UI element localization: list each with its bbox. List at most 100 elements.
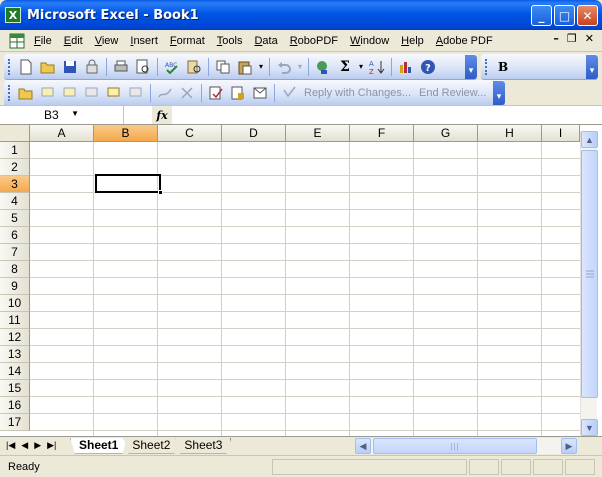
- paste-icon[interactable]: [235, 57, 255, 77]
- menu-edit[interactable]: Edit: [58, 32, 89, 50]
- row-header-9[interactable]: 9: [0, 278, 30, 295]
- row-header-1[interactable]: 1: [0, 142, 30, 159]
- edit-comment-icon[interactable]: [60, 83, 80, 103]
- column-header-c[interactable]: C: [158, 125, 222, 142]
- select-all-corner[interactable]: [0, 125, 30, 142]
- column-header-d[interactable]: D: [222, 125, 286, 142]
- review-folder-icon[interactable]: [16, 83, 36, 103]
- title-bar[interactable]: X Microsoft Excel - Book1 _ □ ✕: [0, 0, 602, 30]
- toolbar-grip[interactable]: [8, 58, 11, 75]
- hyperlink-icon[interactable]: [313, 57, 333, 77]
- menu-file[interactable]: File: [28, 32, 58, 50]
- name-box[interactable]: B3 ▼: [6, 106, 124, 124]
- toolbar-grip[interactable]: [485, 58, 488, 75]
- toolbar-grip[interactable]: [8, 84, 11, 101]
- doc-close-button[interactable]: ✕: [585, 32, 594, 45]
- sheet-tab-sheet3[interactable]: Sheet3: [175, 438, 231, 454]
- ink-annotation-icon[interactable]: [155, 83, 175, 103]
- menu-adobe-pdf[interactable]: Adobe PDF: [430, 32, 499, 50]
- horizontal-scrollbar[interactable]: ◀ ||| ▶: [355, 438, 577, 454]
- sort-ascending-icon[interactable]: AZ: [367, 57, 387, 77]
- close-button[interactable]: ✕: [577, 5, 598, 26]
- print-icon[interactable]: [111, 57, 131, 77]
- row-header-6[interactable]: 6: [0, 227, 30, 244]
- menu-tools[interactable]: Tools: [211, 32, 249, 50]
- row-header-13[interactable]: 13: [0, 346, 30, 363]
- menu-format[interactable]: Format: [164, 32, 211, 50]
- scroll-up-button[interactable]: ▲: [581, 131, 598, 148]
- scroll-left-button[interactable]: ◀: [355, 438, 371, 454]
- row-header-8[interactable]: 8: [0, 261, 30, 278]
- sheet-tab-sheet2[interactable]: Sheet2: [123, 438, 179, 454]
- name-box-dropdown-icon[interactable]: ▼: [71, 109, 79, 118]
- autosum-dropdown-icon[interactable]: ▾: [357, 57, 365, 77]
- help-icon[interactable]: ?: [418, 57, 438, 77]
- row-header-16[interactable]: 16: [0, 397, 30, 414]
- first-sheet-icon[interactable]: |◀: [6, 440, 15, 451]
- row-header-7[interactable]: 7: [0, 244, 30, 261]
- vertical-scrollbar[interactable]: ▲ ▼: [580, 131, 598, 436]
- copy-icon[interactable]: [213, 57, 233, 77]
- spelling-icon[interactable]: ABC: [162, 57, 182, 77]
- sheet-tab-sheet1[interactable]: Sheet1: [70, 438, 127, 454]
- row-header-17[interactable]: 17: [0, 414, 30, 431]
- fill-handle[interactable]: [158, 190, 163, 195]
- chart-wizard-icon[interactable]: [396, 57, 416, 77]
- maximize-button[interactable]: □: [554, 5, 575, 26]
- row-header-5[interactable]: 5: [0, 210, 30, 227]
- formatting-options-chevron[interactable]: ▾: [586, 54, 598, 79]
- track-changes-icon[interactable]: [206, 83, 226, 103]
- mail-recipient-icon[interactable]: [250, 83, 270, 103]
- worksheet-grid[interactable]: A B C D E F G H I 1 2 3 4 5 6 7 8 9 10 1…: [0, 124, 602, 437]
- column-header-a[interactable]: A: [30, 125, 94, 142]
- menu-window[interactable]: Window: [344, 32, 395, 50]
- print-preview-icon[interactable]: [133, 57, 153, 77]
- doc-minimize-button[interactable]: –: [553, 32, 559, 45]
- last-sheet-icon[interactable]: ▶|: [47, 440, 56, 451]
- row-header-12[interactable]: 12: [0, 329, 30, 346]
- paste-dropdown-icon[interactable]: ▾: [257, 57, 265, 77]
- row-header-15[interactable]: 15: [0, 380, 30, 397]
- undo-icon[interactable]: [274, 57, 294, 77]
- open-folder-icon[interactable]: [38, 57, 58, 77]
- undo-dropdown-icon[interactable]: ▾: [296, 57, 304, 77]
- active-cell-b3[interactable]: [95, 174, 163, 195]
- column-header-g[interactable]: G: [414, 125, 478, 142]
- permission-icon[interactable]: [82, 57, 102, 77]
- row-header-4[interactable]: 4: [0, 193, 30, 210]
- menu-data[interactable]: Data: [248, 32, 283, 50]
- column-header-i[interactable]: I: [542, 125, 580, 142]
- row-header-10[interactable]: 10: [0, 295, 30, 312]
- scroll-right-button[interactable]: ▶: [561, 438, 577, 454]
- vertical-scroll-thumb[interactable]: [581, 150, 598, 398]
- row-header-3[interactable]: 3: [0, 176, 30, 193]
- menu-view[interactable]: View: [89, 32, 125, 50]
- bold-button[interactable]: B: [498, 60, 508, 74]
- next-sheet-icon[interactable]: ▶: [34, 440, 41, 451]
- autosum-icon[interactable]: Σ: [335, 57, 355, 77]
- column-header-e[interactable]: E: [286, 125, 350, 142]
- row-header-14[interactable]: 14: [0, 363, 30, 380]
- menu-help[interactable]: Help: [395, 32, 430, 50]
- scroll-down-button[interactable]: ▼: [581, 419, 598, 436]
- end-review-button[interactable]: End Review...: [419, 87, 486, 99]
- column-header-b[interactable]: B: [94, 125, 158, 142]
- minimize-button[interactable]: _: [531, 5, 552, 26]
- research-icon[interactable]: [184, 57, 204, 77]
- delete-comment-icon[interactable]: [82, 83, 102, 103]
- column-header-h[interactable]: H: [478, 125, 542, 142]
- reviewing-options-chevron[interactable]: ▾: [493, 80, 505, 105]
- horizontal-scroll-thumb[interactable]: |||: [373, 438, 537, 454]
- reply-with-changes-button[interactable]: Reply with Changes...: [304, 87, 411, 99]
- show-comments-icon[interactable]: [104, 83, 124, 103]
- excel-app-icon[interactable]: X: [5, 7, 21, 23]
- new-document-icon[interactable]: [16, 57, 36, 77]
- row-header-11[interactable]: 11: [0, 312, 30, 329]
- workbook-icon[interactable]: [6, 32, 28, 50]
- toolbar-options-chevron[interactable]: ▾: [465, 54, 477, 79]
- insert-function-icon[interactable]: fx: [152, 106, 172, 124]
- save-icon[interactable]: [60, 57, 80, 77]
- protect-sheet-icon[interactable]: [228, 83, 248, 103]
- column-header-f[interactable]: F: [350, 125, 414, 142]
- menu-robopdf[interactable]: RoboPDF: [284, 32, 344, 50]
